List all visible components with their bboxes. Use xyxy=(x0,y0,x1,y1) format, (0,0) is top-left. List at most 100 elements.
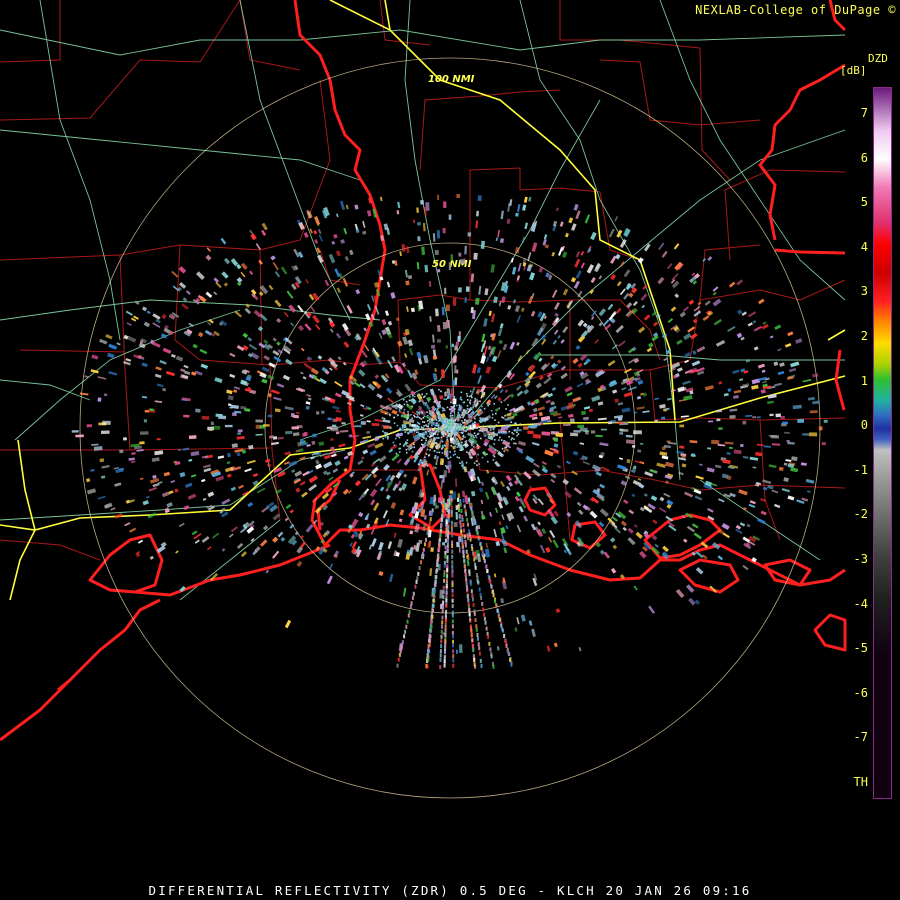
radar-return xyxy=(487,404,489,407)
radar-return xyxy=(608,421,613,425)
radar-return xyxy=(569,432,579,437)
radar-return xyxy=(470,633,473,638)
radar-return xyxy=(460,391,463,394)
radar-return xyxy=(428,521,431,526)
radar-return xyxy=(487,634,490,639)
radar-return xyxy=(443,573,446,578)
radar-return xyxy=(484,620,487,625)
radar-return xyxy=(440,428,442,431)
radar-return xyxy=(569,418,575,423)
radar-return xyxy=(443,659,446,663)
radar-return xyxy=(420,426,423,428)
radar-return xyxy=(402,398,405,401)
radar-return xyxy=(430,624,433,629)
radar-return xyxy=(495,424,498,427)
radar-return xyxy=(679,424,685,428)
radar-return xyxy=(479,408,481,411)
radar-return xyxy=(139,431,149,435)
radar-return xyxy=(442,423,444,426)
radar-return xyxy=(382,430,384,433)
radar-return xyxy=(71,430,79,433)
radar-return xyxy=(441,420,443,422)
radar-return xyxy=(468,424,470,427)
radar-return xyxy=(457,415,459,417)
radar-return xyxy=(472,446,475,448)
radar-return xyxy=(417,236,421,242)
radar-return xyxy=(459,416,462,419)
radar-return xyxy=(450,513,453,518)
radar-return xyxy=(458,427,461,430)
radar-return xyxy=(492,593,495,598)
radar-return xyxy=(469,581,472,586)
radar-return xyxy=(490,432,493,435)
radar-return xyxy=(477,580,480,585)
radar-return xyxy=(248,444,254,450)
radar-return xyxy=(403,408,406,411)
radar-return xyxy=(459,259,464,264)
radar-return xyxy=(320,410,325,414)
radar-return xyxy=(437,417,440,419)
radar-return xyxy=(399,451,401,453)
radar-return xyxy=(472,603,475,607)
radar-return xyxy=(401,405,404,408)
radar-return xyxy=(461,429,463,431)
radar-return xyxy=(431,511,433,516)
radar-return xyxy=(466,395,469,397)
radar-return xyxy=(480,545,483,550)
radar-return xyxy=(494,449,497,452)
radar-return xyxy=(426,448,429,451)
radar-return xyxy=(311,440,316,445)
radar-return xyxy=(449,427,452,430)
radar-return xyxy=(481,601,484,606)
radar-return xyxy=(474,403,476,406)
radar-return xyxy=(393,422,396,424)
radar-return xyxy=(493,455,496,458)
radar-return xyxy=(459,449,461,451)
radar-return xyxy=(430,438,433,441)
radar-return xyxy=(448,430,451,433)
radar-return xyxy=(465,461,468,464)
radar-return xyxy=(406,439,409,441)
radar-return xyxy=(421,412,424,414)
color-scale-tick: -1 xyxy=(853,462,868,477)
radar-return xyxy=(494,419,496,421)
radar-return xyxy=(409,430,411,433)
radar-return xyxy=(443,470,448,478)
radar-return xyxy=(447,468,450,473)
radar-return xyxy=(447,504,450,509)
radar-return xyxy=(429,440,432,442)
radar-return xyxy=(418,400,421,403)
radar-return xyxy=(411,405,413,408)
radar-return xyxy=(488,403,491,405)
radar-return xyxy=(786,440,790,443)
radar-return xyxy=(519,423,522,425)
radar-return xyxy=(439,537,442,542)
radar-return xyxy=(451,619,454,624)
radar-return xyxy=(476,464,478,466)
radar-return xyxy=(409,604,412,609)
radar-return xyxy=(451,343,454,348)
radar-return xyxy=(467,522,469,527)
radar-return xyxy=(408,399,411,402)
radar-return xyxy=(384,433,386,436)
radar-return xyxy=(452,442,455,445)
radar-return xyxy=(442,435,445,437)
radar-return xyxy=(442,461,444,464)
radar-return xyxy=(454,434,456,436)
radar-return xyxy=(490,409,493,412)
radar-return xyxy=(450,401,452,404)
radar-return xyxy=(327,417,332,421)
radar-return xyxy=(398,652,401,657)
radar-return xyxy=(439,401,441,403)
radar-return xyxy=(421,461,423,464)
radar-return xyxy=(455,433,457,436)
radar-return xyxy=(478,646,481,651)
radar-return xyxy=(458,287,462,293)
radar-return xyxy=(456,425,459,428)
radar-return xyxy=(508,436,510,438)
radar-return xyxy=(473,252,478,260)
color-scale-tick: -6 xyxy=(853,685,868,700)
radar-return xyxy=(471,444,473,447)
radar-return xyxy=(474,618,477,623)
radar-return xyxy=(517,427,519,429)
